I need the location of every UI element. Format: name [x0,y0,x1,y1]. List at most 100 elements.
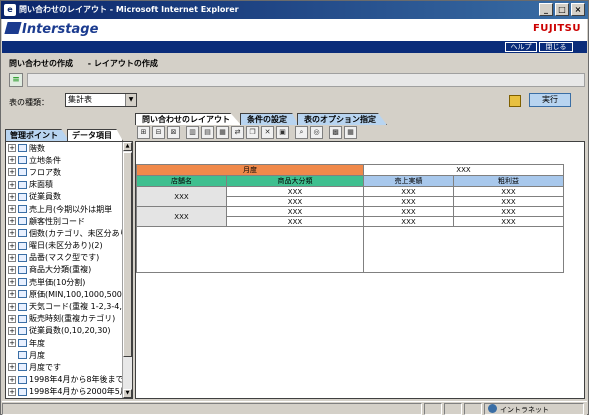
expand-icon[interactable]: + [8,144,16,153]
chevron-down-icon[interactable]: ▼ [125,94,136,106]
expand-icon[interactable]: + [8,168,16,177]
status-pane [424,403,442,415]
row-move-icon[interactable]: ▤ [201,125,214,139]
app-header: Interstage FUJITSU [2,19,587,41]
category-cell: XXX [226,216,364,227]
tab-options[interactable]: 表のオプション指定 [297,113,387,125]
expand-icon[interactable]: + [8,387,16,396]
tree-item[interactable]: + 個数(カテゴリ、未区分あり) [6,227,124,239]
refresh-icon[interactable]: ≡ [9,73,23,87]
filter-icon[interactable]: ◎ [310,125,323,139]
field-icon [18,241,27,250]
row-header-category[interactable]: 商品大分類 [226,175,364,187]
measure-header-sales[interactable]: 売上実績 [363,175,454,187]
tree-item-label: 原価(MIN,100,1000,5000, [29,289,124,299]
expand-icon[interactable]: + [8,326,16,335]
swap-icon[interactable]: ⇄ [231,125,244,139]
tree-item[interactable]: + 顧客性別コード [6,215,124,227]
add-column-icon[interactable]: ⊟ [152,125,165,139]
column-dimension-value[interactable]: XXX [363,164,564,176]
data-item-tree: + 階数 + 立地条件 + フロア数 + 床面積 + 従業員数 + 売上月(今期以外は期単 + 顧客性別コ… [5,141,133,399]
summary-icon[interactable]: ▩ [329,125,342,139]
tree-item-label: フロア数 [29,167,61,177]
sales-cell: XXX [363,206,454,217]
field-icon [18,180,27,189]
layout-toolbar: ⊞ ⊟ ⊠ ▥ ▤ ▦ ⇄ ❐ ✕ ▣ ⌕ ◎ ▩ ▦ [137,125,357,139]
tree-item[interactable]: + 品番(マスク型です) [6,252,124,264]
tree-item[interactable]: + 天気コード(重複 1-2,3-4,1 [6,300,124,312]
expand-icon[interactable]: + [8,265,16,274]
tree-item[interactable]: + 売上月(今期以外は期単 [6,203,124,215]
expand-icon[interactable]: + [8,290,16,299]
expand-icon[interactable]: + [8,363,16,372]
tab-layout[interactable]: 問い合わせのレイアウト [135,113,241,125]
tree-item[interactable]: + 原価(MIN,100,1000,5000, [6,288,124,300]
tree-item[interactable]: + 階数 [6,142,124,154]
scroll-up-icon[interactable]: ▲ [123,142,132,151]
maximize-button[interactable]: □ [555,3,569,16]
tree-item[interactable]: + 従業員数 [6,191,124,203]
expand-icon[interactable]: + [8,180,16,189]
tree-scrollbar[interactable]: ▲ ▼ [122,142,132,398]
logo-mark-icon [4,22,22,34]
column-dimension-header[interactable]: 月度 [136,164,364,176]
scroll-thumb[interactable] [123,152,132,357]
expand-icon[interactable]: + [8,253,16,262]
tree-item[interactable]: 月度 [6,349,124,361]
tree-item[interactable]: +1998年4月から2000年5月 [6,386,124,398]
minimize-button[interactable]: _ [539,3,553,16]
empty-row-area [136,226,364,273]
tree-item[interactable]: + 従業員数(0,10,20,30) [6,325,124,337]
expand-icon[interactable]: + [8,192,16,201]
tree-item[interactable]: + 曜日(未区分あり)(2) [6,240,124,252]
layout-grid: 月度 XXX 店舗名 商品大分類 売上実績 粗利益 XXX XXX XXX XX… [136,164,564,273]
delete-icon[interactable]: ✕ [261,125,274,139]
tree-item[interactable]: + 年度 [6,337,124,349]
window-controls: _ □ × [539,3,585,16]
scroll-down-icon[interactable]: ▼ [123,389,132,398]
chart-icon[interactable]: ▥ [186,125,199,139]
insert-icon[interactable]: ⊠ [167,125,180,139]
expand-icon[interactable]: + [8,217,16,226]
tree-item[interactable]: + 商品大分類(重複) [6,264,124,276]
tree-item[interactable]: +1998年4月から8年後まで [6,374,124,386]
expand-icon[interactable]: + [8,302,16,311]
field-icon [18,156,27,165]
tab-management-points[interactable]: 管理ポイント [5,129,69,141]
tree-item[interactable]: + 床面積 [6,179,124,191]
tab-conditions[interactable]: 条件の設定 [240,113,298,125]
grid-icon[interactable]: ▦ [344,125,357,139]
table-type-label: 表の種類： [9,98,49,107]
save-icon[interactable] [509,95,521,107]
help-button[interactable]: ヘルプ [505,42,537,52]
tree-item[interactable]: + フロア数 [6,166,124,178]
close-button[interactable]: 閉じる [539,42,573,52]
close-window-button[interactable]: × [571,3,585,16]
expand-icon[interactable]: + [8,339,16,348]
measure-header-profit[interactable]: 粗利益 [453,175,564,187]
expand-icon[interactable]: + [8,375,16,384]
expand-icon[interactable]: + [8,156,16,165]
expand-icon[interactable]: + [8,205,16,214]
tab-data-items[interactable]: データ項目 [67,129,123,141]
row-header-store[interactable]: 店舗名 [136,175,227,187]
expand-icon[interactable]: + [8,229,16,238]
properties-icon[interactable]: ▣ [276,125,289,139]
tree-item[interactable]: + 月度です [6,361,124,373]
expand-icon[interactable]: + [8,278,16,287]
tree-item[interactable]: + 売単価(10分割) [6,276,124,288]
table-type-select[interactable]: 集計表 ▼ [65,93,137,107]
tree-item[interactable]: + 販売時刻(重複カテゴリ) [6,313,124,325]
column-move-icon[interactable]: ▦ [216,125,229,139]
copy-icon[interactable]: ❐ [246,125,259,139]
search-icon[interactable]: ⌕ [295,125,308,139]
expand-icon[interactable]: + [8,314,16,323]
field-icon [18,375,27,384]
tree-item[interactable]: + 立地条件 [6,154,124,166]
category-cell: XXX [226,186,364,197]
logo-text: Interstage [22,22,99,37]
category-cell: XXX [226,196,364,207]
execute-button[interactable]: 実行 [529,93,571,107]
add-row-icon[interactable]: ⊞ [137,125,150,139]
expand-icon[interactable]: + [8,241,16,250]
